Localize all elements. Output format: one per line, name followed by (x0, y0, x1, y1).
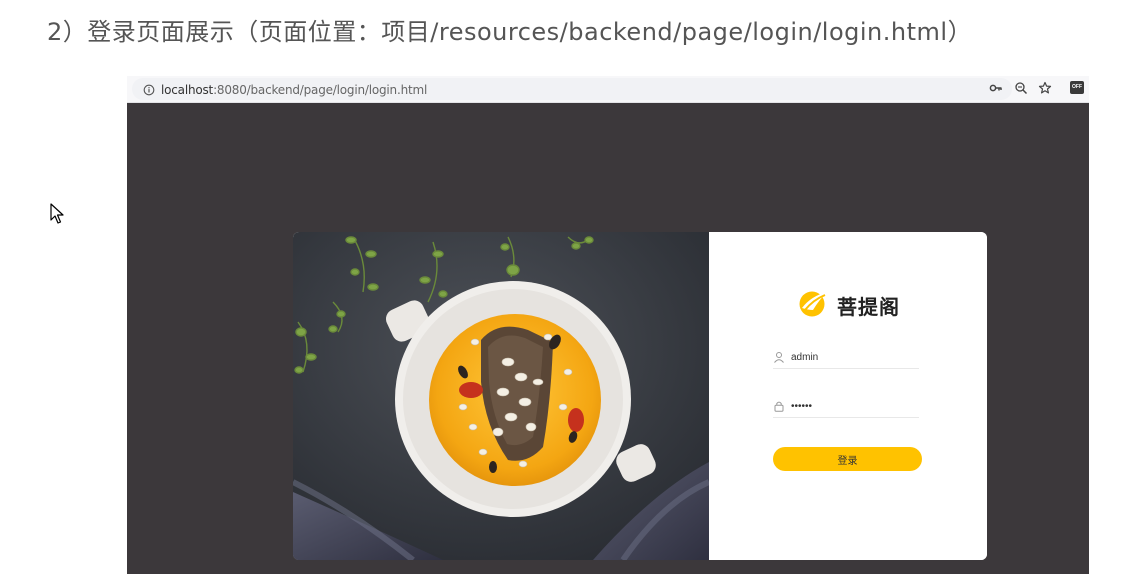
info-icon[interactable] (143, 84, 155, 96)
username-field (773, 348, 919, 369)
mouse-cursor-icon (50, 203, 64, 224)
key-icon[interactable] (989, 81, 1003, 95)
page-heading: 2）登录页面展示（页面位置：项目/resources/backend/page/… (47, 18, 973, 46)
address-bar: localhost:8080/backend/page/login/login.… (127, 76, 1089, 103)
username-input[interactable] (791, 349, 917, 365)
password-field (773, 397, 919, 418)
url-path: :8080/backend/page/login/login.html (213, 83, 428, 97)
login-form: 菩提阁 登录 (709, 232, 987, 560)
url-host: localhost (161, 83, 214, 97)
url-text: localhost:8080/backend/page/login/login.… (161, 83, 427, 97)
login-button[interactable]: 登录 (773, 447, 922, 471)
password-input[interactable] (791, 398, 917, 414)
lock-icon (774, 401, 784, 412)
browser-window: localhost:8080/backend/page/login/login.… (127, 76, 1089, 574)
brand-logo-icon (799, 291, 827, 317)
extension-icon[interactable]: OFF (1070, 81, 1084, 94)
food-photo (293, 232, 709, 560)
user-icon (774, 352, 784, 363)
star-icon[interactable] (1038, 81, 1052, 95)
url-field[interactable]: localhost:8080/backend/page/login/login.… (132, 78, 1012, 100)
login-page-background: 菩提阁 登录 (127, 103, 1089, 574)
brand-name: 菩提阁 (837, 295, 900, 319)
login-card: 菩提阁 登录 (293, 232, 987, 560)
zoom-icon[interactable] (1014, 81, 1028, 95)
